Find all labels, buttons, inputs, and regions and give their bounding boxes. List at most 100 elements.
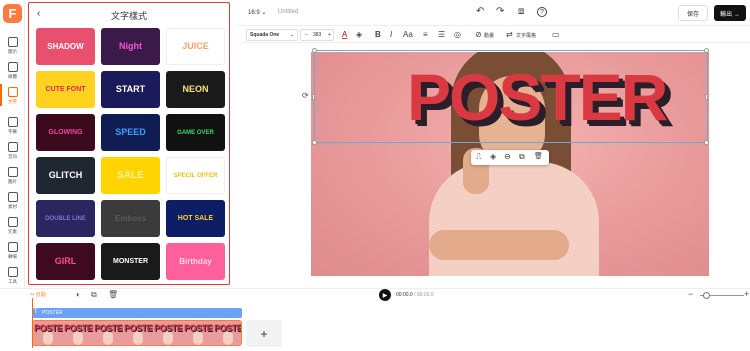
- audio-icon: [7, 142, 18, 152]
- font-family-select[interactable]: Squada One ⌄: [246, 29, 298, 41]
- add-clip-button[interactable]: +: [246, 320, 282, 347]
- rail-item[interactable]: 媒體: [0, 61, 25, 85]
- image-icon: [7, 167, 18, 177]
- text-clip[interactable]: T POSTER: [32, 308, 242, 318]
- zoom-out-button[interactable]: −: [688, 289, 693, 299]
- text-style-tile[interactable]: DOUBLE LINE: [36, 200, 95, 237]
- text-style-tile[interactable]: GIRL: [36, 243, 95, 280]
- delete-icon[interactable]: 🗑: [108, 290, 118, 300]
- text-style-tile[interactable]: Night: [101, 28, 160, 65]
- font-size-stepper[interactable]: − 383 +: [300, 29, 334, 41]
- align-icon[interactable]: ≡: [423, 30, 428, 40]
- thumbnail-text: POSTER: [124, 323, 153, 333]
- text-style-tile[interactable]: HOT SALE: [166, 200, 225, 237]
- text-style-tile[interactable]: START: [101, 71, 160, 108]
- text-style-tile[interactable]: SALE: [101, 157, 160, 194]
- tools-icon: [7, 267, 18, 277]
- text-style-tile[interactable]: GLOWING: [36, 114, 95, 151]
- zoom-slider-handle[interactable]: [703, 292, 710, 299]
- delete-icon[interactable]: 🗑: [534, 152, 543, 162]
- text-style-tile[interactable]: SPEED: [101, 114, 160, 151]
- rail-item[interactable]: 字幕: [0, 116, 25, 140]
- text-style-tile[interactable]: SPECIL OFFER: [166, 157, 225, 194]
- undo-icon[interactable]: ↶: [476, 7, 484, 17]
- resize-handle[interactable]: [705, 94, 708, 100]
- video-thumbnail: POSTER: [183, 321, 213, 345]
- copy-icon[interactable]: ⧉: [91, 290, 97, 300]
- save-button[interactable]: 保存: [678, 5, 708, 21]
- split-button[interactable]: ✂ 分割: [30, 291, 46, 298]
- thumbnail-text: POSTER: [154, 323, 183, 333]
- rail-item[interactable]: 轉場: [0, 241, 25, 265]
- rail-item[interactable]: 圖片: [0, 166, 25, 190]
- zoom-in-button[interactable]: +: [744, 289, 749, 299]
- rail-item-label: 文字: [8, 99, 17, 104]
- more-icon[interactable]: ▭: [552, 30, 560, 40]
- play-button[interactable]: ▶: [379, 289, 391, 301]
- video-thumbnail: POSTER: [153, 321, 183, 345]
- redo-icon[interactable]: ↷: [496, 7, 504, 17]
- text-style-tile[interactable]: GAME OVER: [166, 114, 225, 151]
- resize-handle[interactable]: [704, 140, 709, 145]
- text-style-tile[interactable]: MONSTER: [101, 243, 160, 280]
- screenshot-icon[interactable]: ⧈: [518, 7, 524, 17]
- text-style-tile[interactable]: NEON: [166, 71, 225, 108]
- app-logo[interactable]: F: [3, 4, 22, 23]
- resize-handle[interactable]: [312, 140, 317, 145]
- thumbnail-figure: [43, 331, 53, 345]
- bold-icon[interactable]: B: [375, 30, 381, 40]
- font-size-value[interactable]: 383: [313, 30, 321, 41]
- text-case-icon[interactable]: Aa: [403, 30, 413, 40]
- video-thumbnail: POSTER: [123, 321, 153, 345]
- decrease-size-button[interactable]: −: [305, 30, 308, 41]
- rail-item[interactable]: 文字: [0, 86, 25, 110]
- editor-window: F 圖示 媒體 文字 字幕 音訊 圖片 素材 元素 轉場 工具 ‹ 文字樣式 SHADOW Nigh…: [0, 0, 750, 351]
- video-thumbnail: POSTER: [63, 321, 93, 345]
- lock-icon[interactable]: ⊖: [504, 152, 511, 162]
- resize-handle[interactable]: [704, 48, 709, 53]
- help-icon[interactable]: ?: [537, 7, 547, 17]
- text-style-icon[interactable]: ⇄: [506, 30, 513, 40]
- fill-color-icon[interactable]: ◈: [356, 30, 362, 40]
- text-style-tile[interactable]: CUTE FONT: [36, 71, 95, 108]
- effects-icon[interactable]: ◎: [454, 30, 461, 40]
- subtitle-icon: [7, 117, 18, 127]
- rail-item[interactable]: 圖示: [0, 36, 25, 60]
- project-title[interactable]: Untitled: [278, 9, 298, 15]
- resize-handle[interactable]: [312, 48, 317, 53]
- video-thumbnail: POSTER: [33, 321, 63, 345]
- rail-item[interactable]: 元素: [0, 216, 25, 240]
- text-style-button[interactable]: 文字風格: [516, 31, 536, 41]
- italic-icon[interactable]: I: [390, 30, 392, 40]
- rail-item-label: 素材: [8, 204, 17, 209]
- text-style-tile[interactable]: GLITCH: [36, 157, 95, 194]
- timeline-controls: ✂ 分割 ◐ ⧉ 🗑 ▶ 00:00.0 / 00:05.0 − +: [0, 288, 750, 302]
- animation-icon[interactable]: ⊘: [475, 30, 482, 40]
- text-icon: [7, 87, 18, 97]
- text-style-tile[interactable]: Emboss: [101, 200, 160, 237]
- stack-icon[interactable]: ◈: [490, 152, 496, 162]
- upload-icon: [7, 62, 18, 72]
- resize-handle[interactable]: [312, 94, 315, 100]
- export-button[interactable]: 輸出 →: [714, 5, 746, 21]
- aspect-ratio-select[interactable]: 16:9 ⌄: [248, 9, 266, 16]
- playhead[interactable]: [32, 298, 33, 348]
- rail-item-label: 圖示: [8, 49, 17, 54]
- increase-size-button[interactable]: +: [328, 30, 331, 41]
- text-style-tile[interactable]: Birthday: [166, 243, 225, 280]
- video-clip[interactable]: POSTERPOSTERPOSTERPOSTERPOSTERPOSTERPOST…: [32, 320, 242, 346]
- layer-icon[interactable]: ⎍: [476, 152, 482, 162]
- undo-clip-icon[interactable]: ◐: [76, 290, 81, 300]
- rail-item[interactable]: 音訊: [0, 141, 25, 165]
- duplicate-icon[interactable]: ⧉: [519, 152, 525, 162]
- animation-button[interactable]: 動畫: [484, 31, 494, 41]
- rail-item-label: 音訊: [8, 154, 17, 159]
- rail-item[interactable]: 工具: [0, 266, 25, 290]
- text-style-tile[interactable]: SHADOW: [36, 28, 95, 65]
- selection-box[interactable]: [314, 50, 708, 143]
- rail-item[interactable]: 素材: [0, 191, 25, 215]
- text-color-icon[interactable]: A: [342, 30, 347, 40]
- rotate-icon[interactable]: ⟳: [302, 91, 309, 100]
- text-style-tile[interactable]: JUICE: [166, 28, 225, 65]
- spacing-icon[interactable]: ☰: [438, 30, 445, 40]
